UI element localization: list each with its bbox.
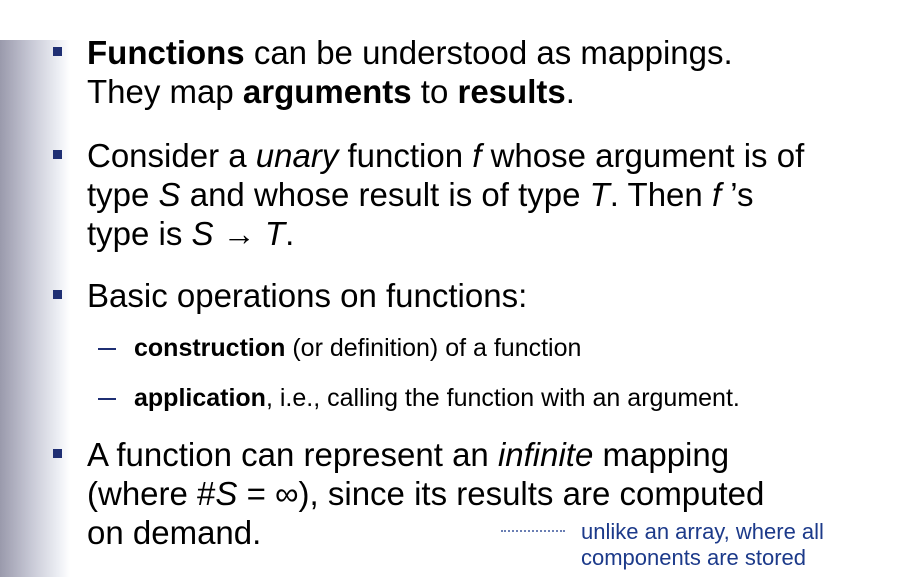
emphasis-term: unary (255, 137, 339, 174)
text-run: (or definition) of a function (285, 334, 582, 362)
bullet-line: Consider a unary function f whose argume… (87, 136, 897, 175)
math-symbol: T (589, 176, 610, 213)
bullet-text: Consider a unary function f whose argume… (87, 136, 897, 253)
bullet-line: (where #S = ∞), since its results are co… (87, 474, 897, 513)
strong-term: Functions (87, 34, 245, 71)
bullet-line: Basic operations on functions: (87, 277, 528, 314)
text-run: whose argument is of (481, 137, 805, 174)
text-run: (where # (87, 475, 216, 512)
strong-term: results (457, 73, 566, 110)
bullet-square-icon (53, 449, 62, 458)
bullet-list: Functions can be understood as mappings.… (0, 0, 919, 577)
bullet-line: type is S → T. (87, 214, 897, 253)
bullet-text: Functions can be understood as mappings.… (87, 33, 897, 111)
text-run: . Then (609, 176, 712, 213)
sub-item-text: construction (or definition) of a functi… (134, 333, 581, 363)
note-line: components are stored (581, 545, 807, 570)
text-run: type (87, 176, 159, 213)
bullet-square-icon (53, 47, 62, 56)
dash-icon (98, 348, 116, 350)
text-run: type is (87, 215, 192, 252)
text-run: . (285, 215, 295, 252)
text-run: and whose result is of type (180, 176, 590, 213)
bullet-line: Functions can be understood as mappings. (87, 33, 897, 72)
text-run: Consider a (87, 137, 256, 174)
emphasis-term: infinite (497, 436, 594, 473)
text-run: to (411, 73, 458, 110)
math-symbol: S (158, 176, 181, 213)
note-line: unlike an array, where all (581, 519, 824, 544)
strong-term: arguments (242, 73, 412, 110)
arrow-symbol: → (213, 215, 265, 252)
note-leader-line (501, 530, 565, 532)
text-run: = ∞), since its results are computed (237, 475, 765, 512)
bullet-line: They map arguments to results. (87, 72, 897, 111)
text-run: . (565, 73, 575, 110)
text-run: A function can represent an (87, 436, 498, 473)
slide: Functions can be understood as mappings.… (0, 0, 919, 577)
dash-icon (98, 398, 116, 400)
text-run: , i.e., calling the function with an arg… (265, 384, 740, 412)
bullet-text: Basic operations on functions: (87, 276, 897, 315)
math-symbol: S (191, 215, 214, 252)
text-run: They map (87, 73, 243, 110)
math-symbol: T (264, 215, 286, 252)
text-run: function (338, 137, 473, 174)
side-note: unlike an array, where all components ar… (581, 519, 824, 571)
math-symbol: f (711, 176, 722, 213)
sub-item-text: application, i.e., calling the function … (134, 383, 740, 413)
bullet-line: A function can represent an infinite map… (87, 435, 897, 474)
strong-term: application (134, 384, 266, 412)
bullet-square-icon (53, 290, 62, 299)
bullet-line: type S and whose result is of type T. Th… (87, 175, 897, 214)
strong-term: construction (134, 334, 286, 362)
math-symbol: S (215, 475, 238, 512)
text-run: mapping (593, 436, 730, 473)
text-run: can be understood as mappings. (244, 34, 733, 71)
bullet-square-icon (53, 150, 62, 159)
text-run: ’s (721, 176, 754, 213)
